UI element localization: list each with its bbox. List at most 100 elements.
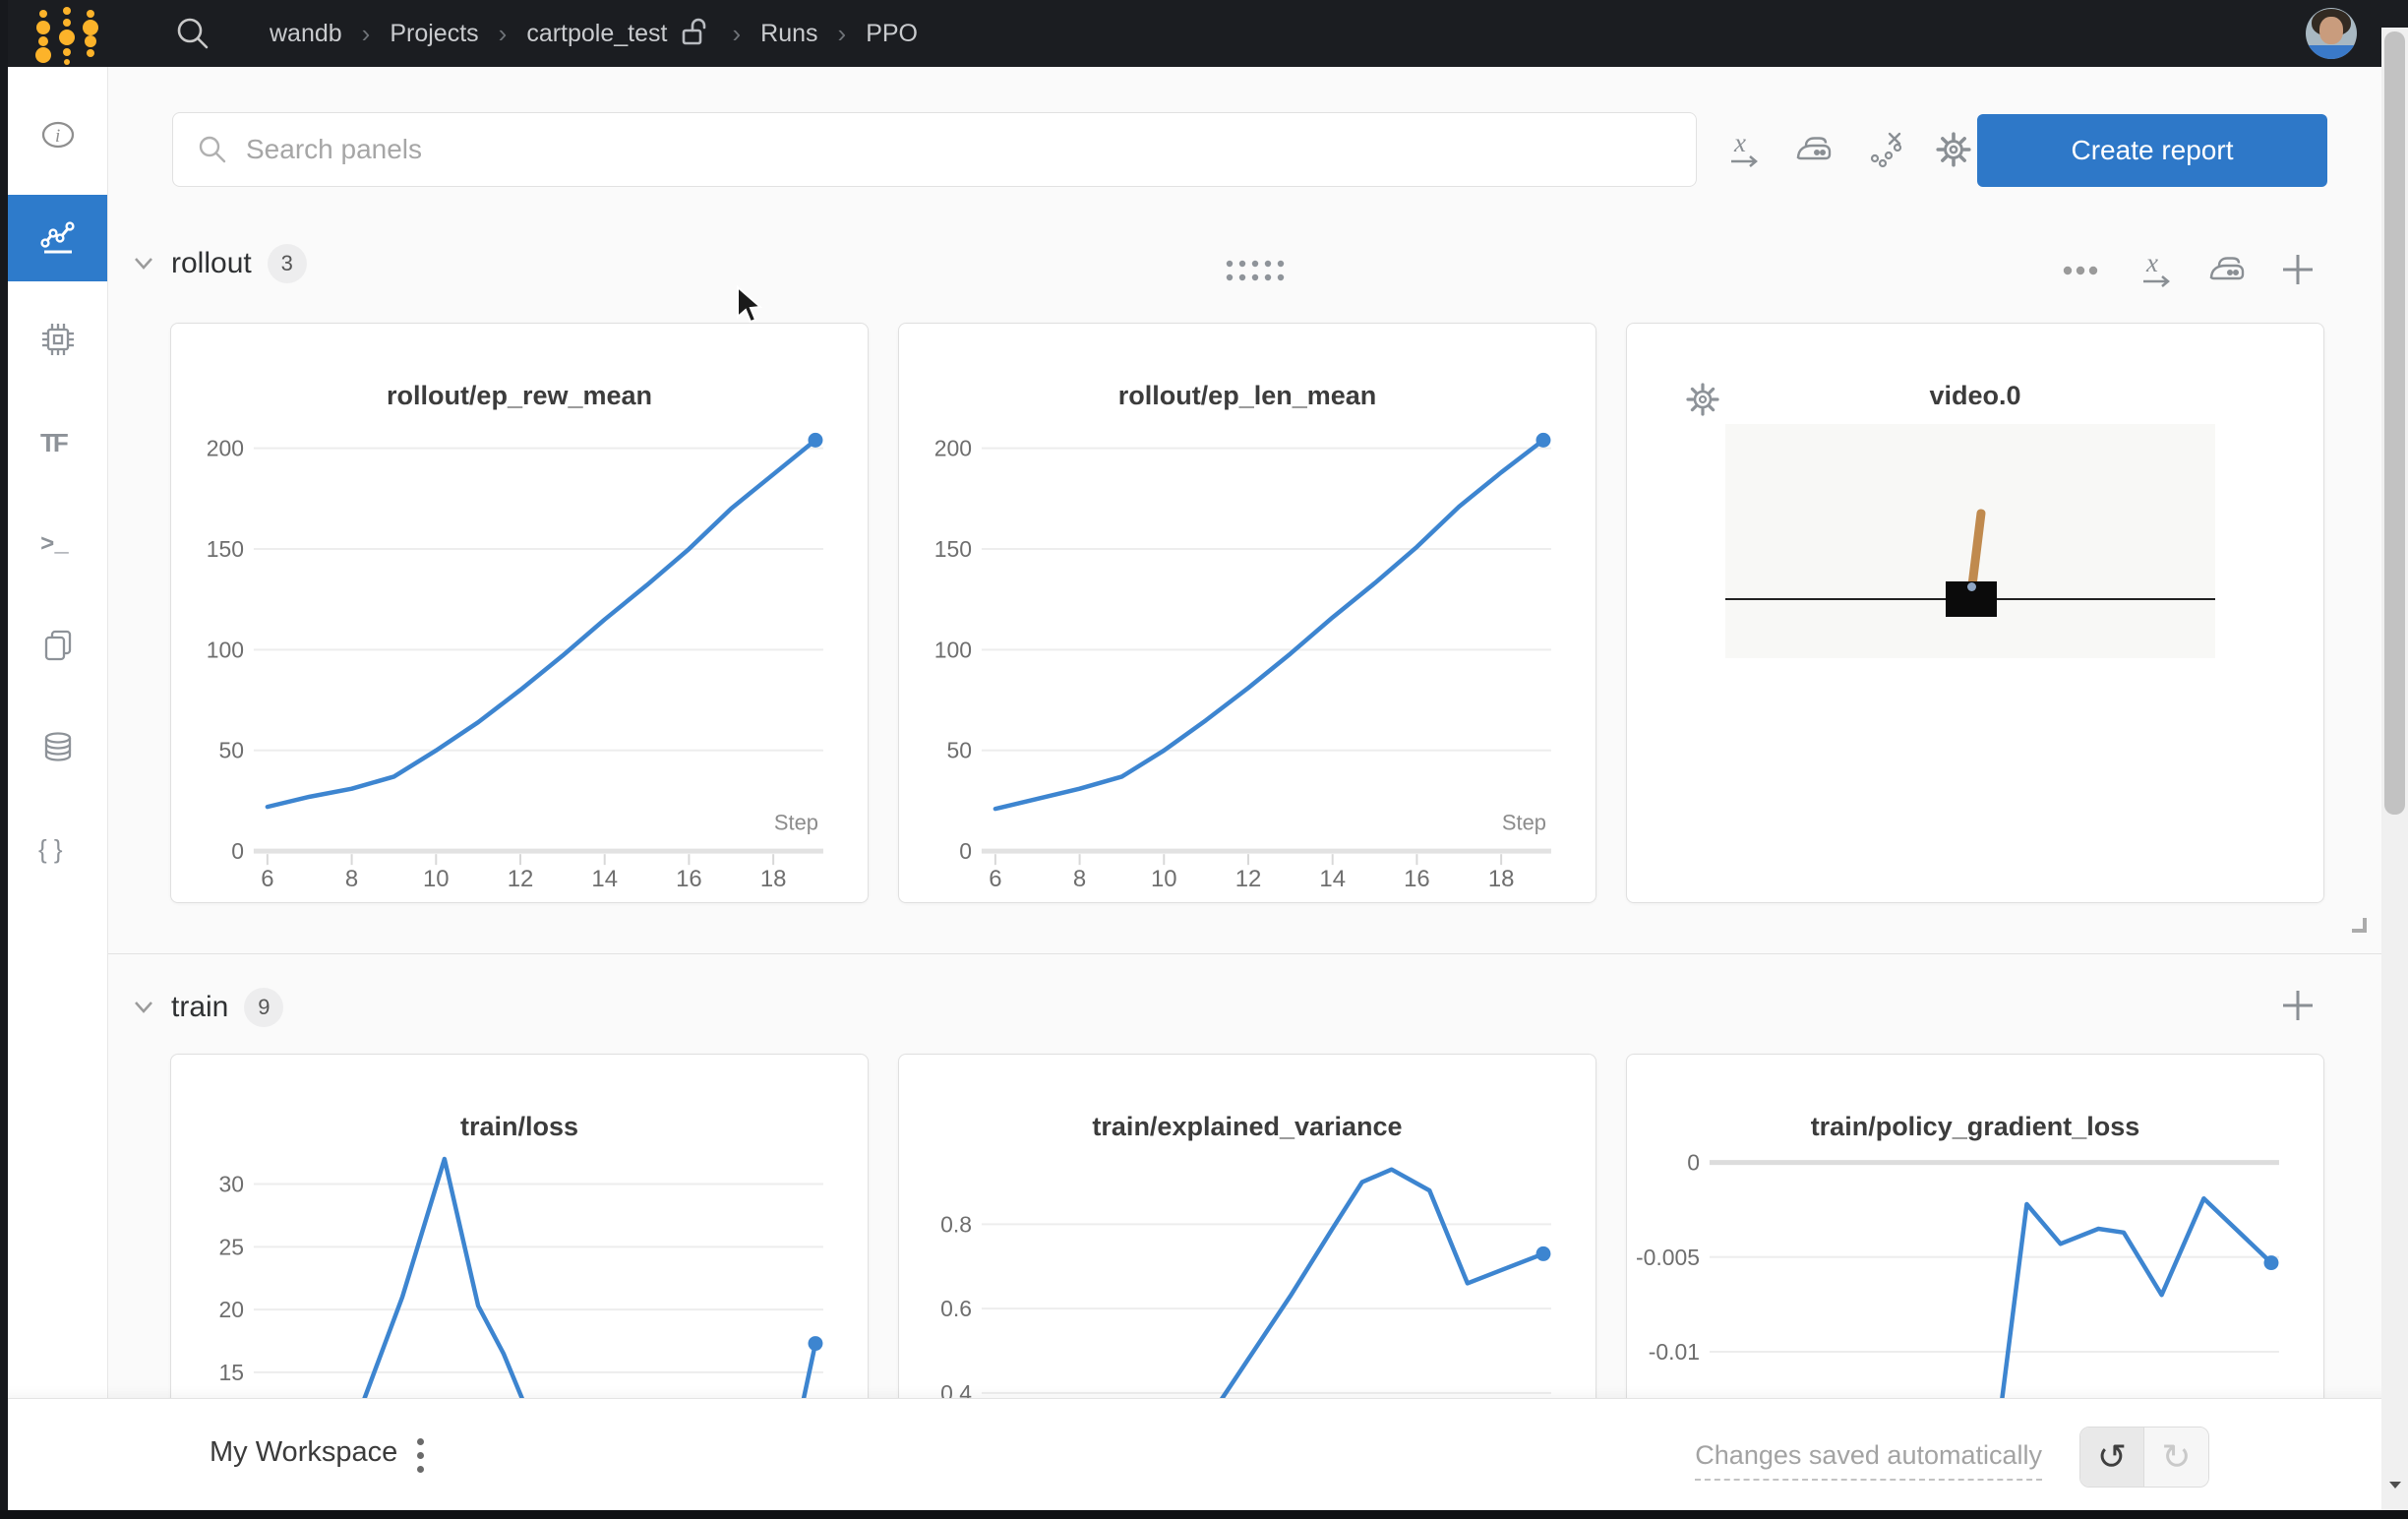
window-edge-bottom: [0, 1510, 2408, 1519]
global-search-icon[interactable]: [171, 12, 214, 55]
line-chart: 050100150200681012141618Step: [171, 324, 868, 902]
section-x-axis-icon[interactable]: x: [2137, 248, 2176, 296]
cartpole-axle: [1967, 582, 1976, 591]
svg-text:18: 18: [1488, 866, 1515, 892]
svg-text:50: 50: [218, 738, 243, 763]
breadcrumb-separator-icon: ›: [732, 19, 741, 49]
panel-video-0[interactable]: video.0: [1626, 323, 2324, 903]
svg-text:12: 12: [508, 866, 534, 892]
sidebar-item-model[interactable]: TF: [8, 398, 107, 485]
svg-text:16: 16: [676, 866, 702, 892]
breadcrumb-project-name[interactable]: cartpole_test: [526, 20, 667, 48]
svg-text:x: x: [2145, 248, 2158, 277]
cartpole-video-frame: [1725, 424, 2215, 658]
braces-icon: { }: [38, 834, 63, 864]
sidebar-item-overview[interactable]: i: [8, 91, 107, 178]
scrollbar-down-arrow-icon[interactable]: [2387, 1478, 2403, 1495]
smoothing-icon[interactable]: [1794, 132, 1836, 167]
breadcrumb-run-name[interactable]: PPO: [866, 20, 918, 48]
mouse-cursor: [736, 285, 769, 334]
section-resize-handle[interactable]: [2347, 913, 2371, 942]
window-edge-left: [0, 0, 8, 1519]
database-icon: [38, 729, 78, 766]
svg-text:-0.01: -0.01: [1649, 1339, 1700, 1365]
run-sidebar: i TF >_: [8, 67, 108, 1519]
svg-text:30: 30: [218, 1172, 243, 1197]
svg-text:25: 25: [218, 1234, 243, 1259]
svg-text:12: 12: [1235, 866, 1262, 892]
svg-text:0: 0: [1687, 1150, 1700, 1176]
info-icon: i: [55, 126, 60, 147]
line-chart-icon: [36, 216, 80, 260]
svg-text:0: 0: [959, 838, 972, 864]
page-scrollbar[interactable]: [2381, 0, 2408, 1519]
scrollbar-thumb[interactable]: [2384, 31, 2405, 815]
undo-button[interactable]: ↺: [2080, 1428, 2144, 1487]
svg-text:0.6: 0.6: [940, 1296, 972, 1321]
workspace-title: My Workspace: [210, 1436, 397, 1469]
outliers-icon[interactable]: [1867, 128, 1906, 169]
svg-text:14: 14: [1319, 866, 1346, 892]
svg-text:8: 8: [345, 866, 358, 892]
breadcrumb-entity[interactable]: wandb: [270, 20, 342, 48]
svg-text:10: 10: [1151, 866, 1177, 892]
svg-text:6: 6: [261, 866, 273, 892]
workspace-settings-gear-icon[interactable]: [1934, 130, 1973, 169]
terminal-icon: >_: [40, 532, 69, 559]
wandb-logo-icon[interactable]: [26, 2, 108, 65]
section-title: rollout: [171, 247, 252, 280]
line-chart: 050100150200681012141618Step: [899, 324, 1595, 902]
svg-text:14: 14: [591, 866, 618, 892]
add-panel-icon[interactable]: [2278, 986, 2318, 1030]
section-divider: [108, 953, 2381, 954]
panel-rollout-ep-len-mean[interactable]: rollout/ep_len_mean 05010015020068101214…: [898, 323, 1596, 903]
avatar-face: [2319, 17, 2343, 44]
svg-text:18: 18: [760, 866, 787, 892]
sidebar-item-files[interactable]: [8, 602, 107, 689]
svg-text:0.8: 0.8: [940, 1211, 972, 1237]
sidebar-item-charts[interactable]: [8, 195, 107, 281]
search-icon: [195, 132, 230, 167]
redo-button[interactable]: ↻: [2144, 1428, 2208, 1487]
avatar-shirt: [2306, 45, 2357, 59]
x-axis-settings-icon[interactable]: x: [1724, 128, 1764, 171]
svg-text:6: 6: [989, 866, 1001, 892]
video-panel-title: video.0: [1627, 381, 2323, 411]
svg-text:-0.005: -0.005: [1636, 1245, 1700, 1270]
svg-text:Step: Step: [774, 810, 818, 834]
user-avatar[interactable]: [2306, 8, 2357, 59]
panel-count-badge: 9: [244, 988, 283, 1027]
svg-text:50: 50: [946, 738, 971, 763]
panel-count-badge: 3: [268, 244, 307, 283]
wandb-workspace-page: wandb › Projects › cartpole_test › Runs …: [0, 0, 2408, 1519]
svg-text:Step: Step: [1502, 810, 1546, 834]
breadcrumb-runs[interactable]: Runs: [760, 20, 817, 48]
chevron-down-icon[interactable]: [132, 999, 155, 1016]
svg-text:100: 100: [934, 637, 972, 662]
workspace-menu-kebab-icon[interactable]: [417, 1438, 427, 1478]
breadcrumb-projects[interactable]: Projects: [390, 20, 478, 48]
section-header-train[interactable]: train 9: [132, 988, 283, 1027]
breadcrumb-separator-icon: ›: [499, 19, 508, 49]
sidebar-item-config[interactable]: { }: [8, 806, 107, 892]
sidebar-item-logs[interactable]: >_: [8, 500, 107, 586]
section-drag-handle[interactable]: [1224, 256, 1289, 290]
section-smoothing-icon[interactable]: [2207, 252, 2249, 292]
breadcrumb-separator-icon: ›: [362, 19, 371, 49]
search-panels-input[interactable]: [246, 134, 1696, 165]
panel-rollout-ep-rew-mean[interactable]: rollout/ep_rew_mean 05010015020068101214…: [170, 323, 869, 903]
section-header-rollout[interactable]: rollout 3: [132, 244, 307, 283]
svg-text:x: x: [1733, 128, 1746, 157]
sidebar-item-system[interactable]: [8, 296, 107, 383]
svg-text:200: 200: [934, 436, 972, 461]
section-title: train: [171, 991, 228, 1024]
autosave-status[interactable]: Changes saved automatically: [1695, 1440, 2042, 1481]
create-report-button[interactable]: Create report: [1977, 114, 2327, 187]
svg-text:10: 10: [423, 866, 450, 892]
chevron-down-icon[interactable]: [132, 255, 155, 273]
svg-text:100: 100: [207, 637, 244, 662]
tensorflow-icon: TF: [40, 428, 68, 457]
add-panel-icon[interactable]: [2278, 250, 2318, 294]
sidebar-item-artifacts[interactable]: [8, 704, 107, 791]
section-more-menu-icon[interactable]: [2062, 264, 2101, 281]
